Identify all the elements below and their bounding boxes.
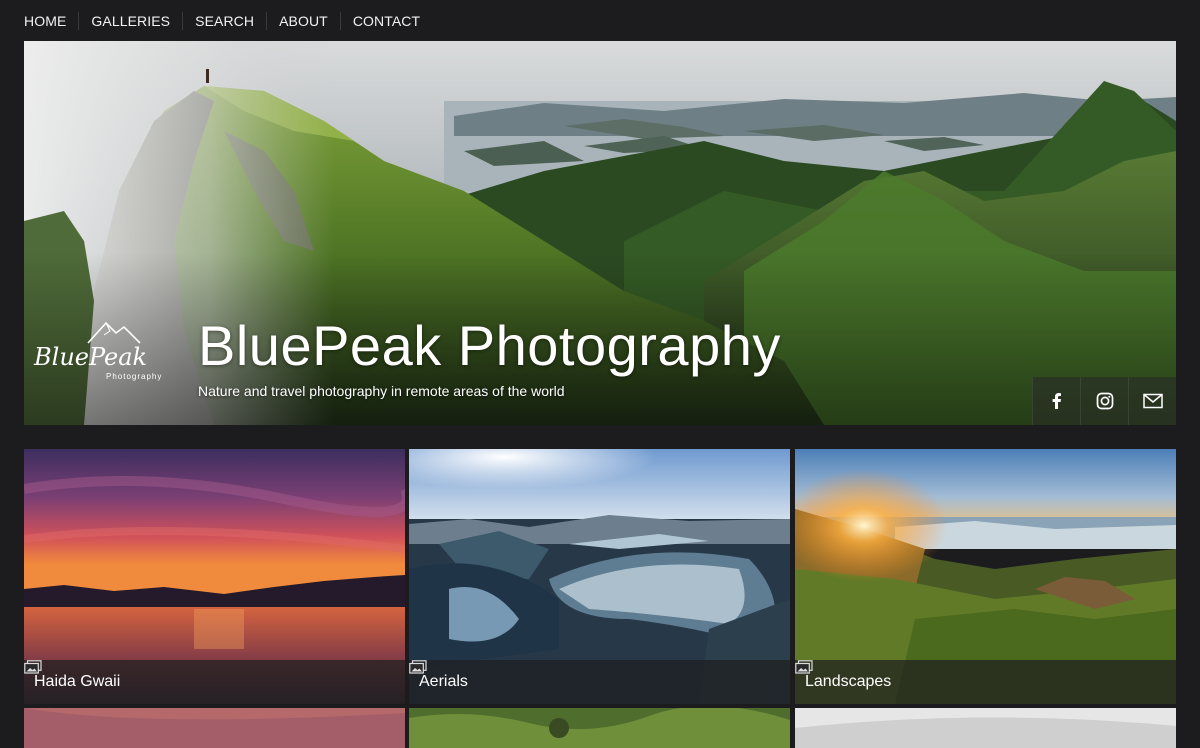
gallery-icon [409, 660, 427, 674]
mail-icon [1142, 393, 1163, 409]
facebook-icon [1052, 393, 1061, 409]
partial-thumbnail [409, 708, 790, 748]
gallery-caption: Aerials [409, 660, 790, 704]
partial-thumbnail [795, 708, 1176, 748]
gallery-tile-haida-gwaii[interactable]: Haida Gwaii [24, 449, 405, 704]
gallery-title: Haida Gwaii [34, 673, 121, 690]
instagram-icon [1096, 392, 1113, 410]
logo-tagline: Photography [106, 372, 162, 381]
bluepeak-logo[interactable]: BluePeak Photography [28, 313, 178, 389]
hero-banner: BluePeak Photography BluePeak Photograph… [24, 41, 1176, 425]
gallery-tile-partial[interactable] [24, 708, 405, 748]
site-subtitle: Nature and travel photography in remote … [198, 383, 565, 399]
nav-about[interactable]: ABOUT [267, 12, 340, 30]
logo-wordmark: BluePeak [33, 343, 147, 371]
nav-galleries[interactable]: GALLERIES [79, 12, 182, 30]
gallery-caption: Landscapes [795, 660, 1176, 704]
nav-home[interactable]: HOME [12, 12, 78, 30]
gallery-tile-partial[interactable] [795, 708, 1176, 748]
partial-thumbnail [24, 708, 405, 748]
gallery-tile-partial[interactable] [409, 708, 790, 748]
social-links [1032, 377, 1176, 425]
facebook-button[interactable] [1032, 377, 1080, 425]
site-title: BluePeak Photography [198, 314, 781, 377]
gallery-title: Landscapes [805, 673, 892, 690]
gallery-tile-landscapes[interactable]: Landscapes [795, 449, 1176, 704]
gallery-title: Aerials [419, 673, 468, 690]
nav-contact[interactable]: CONTACT [341, 12, 432, 30]
top-navigation: HOME GALLERIES SEARCH ABOUT CONTACT [0, 0, 1200, 41]
gallery-icon [795, 660, 813, 674]
email-button[interactable] [1128, 377, 1176, 425]
gallery-icon [24, 660, 42, 674]
instagram-button[interactable] [1080, 377, 1128, 425]
gallery-tile-aerials[interactable]: Aerials [409, 449, 790, 704]
gallery-caption: Haida Gwaii [24, 660, 405, 704]
nav-search[interactable]: SEARCH [183, 12, 266, 30]
